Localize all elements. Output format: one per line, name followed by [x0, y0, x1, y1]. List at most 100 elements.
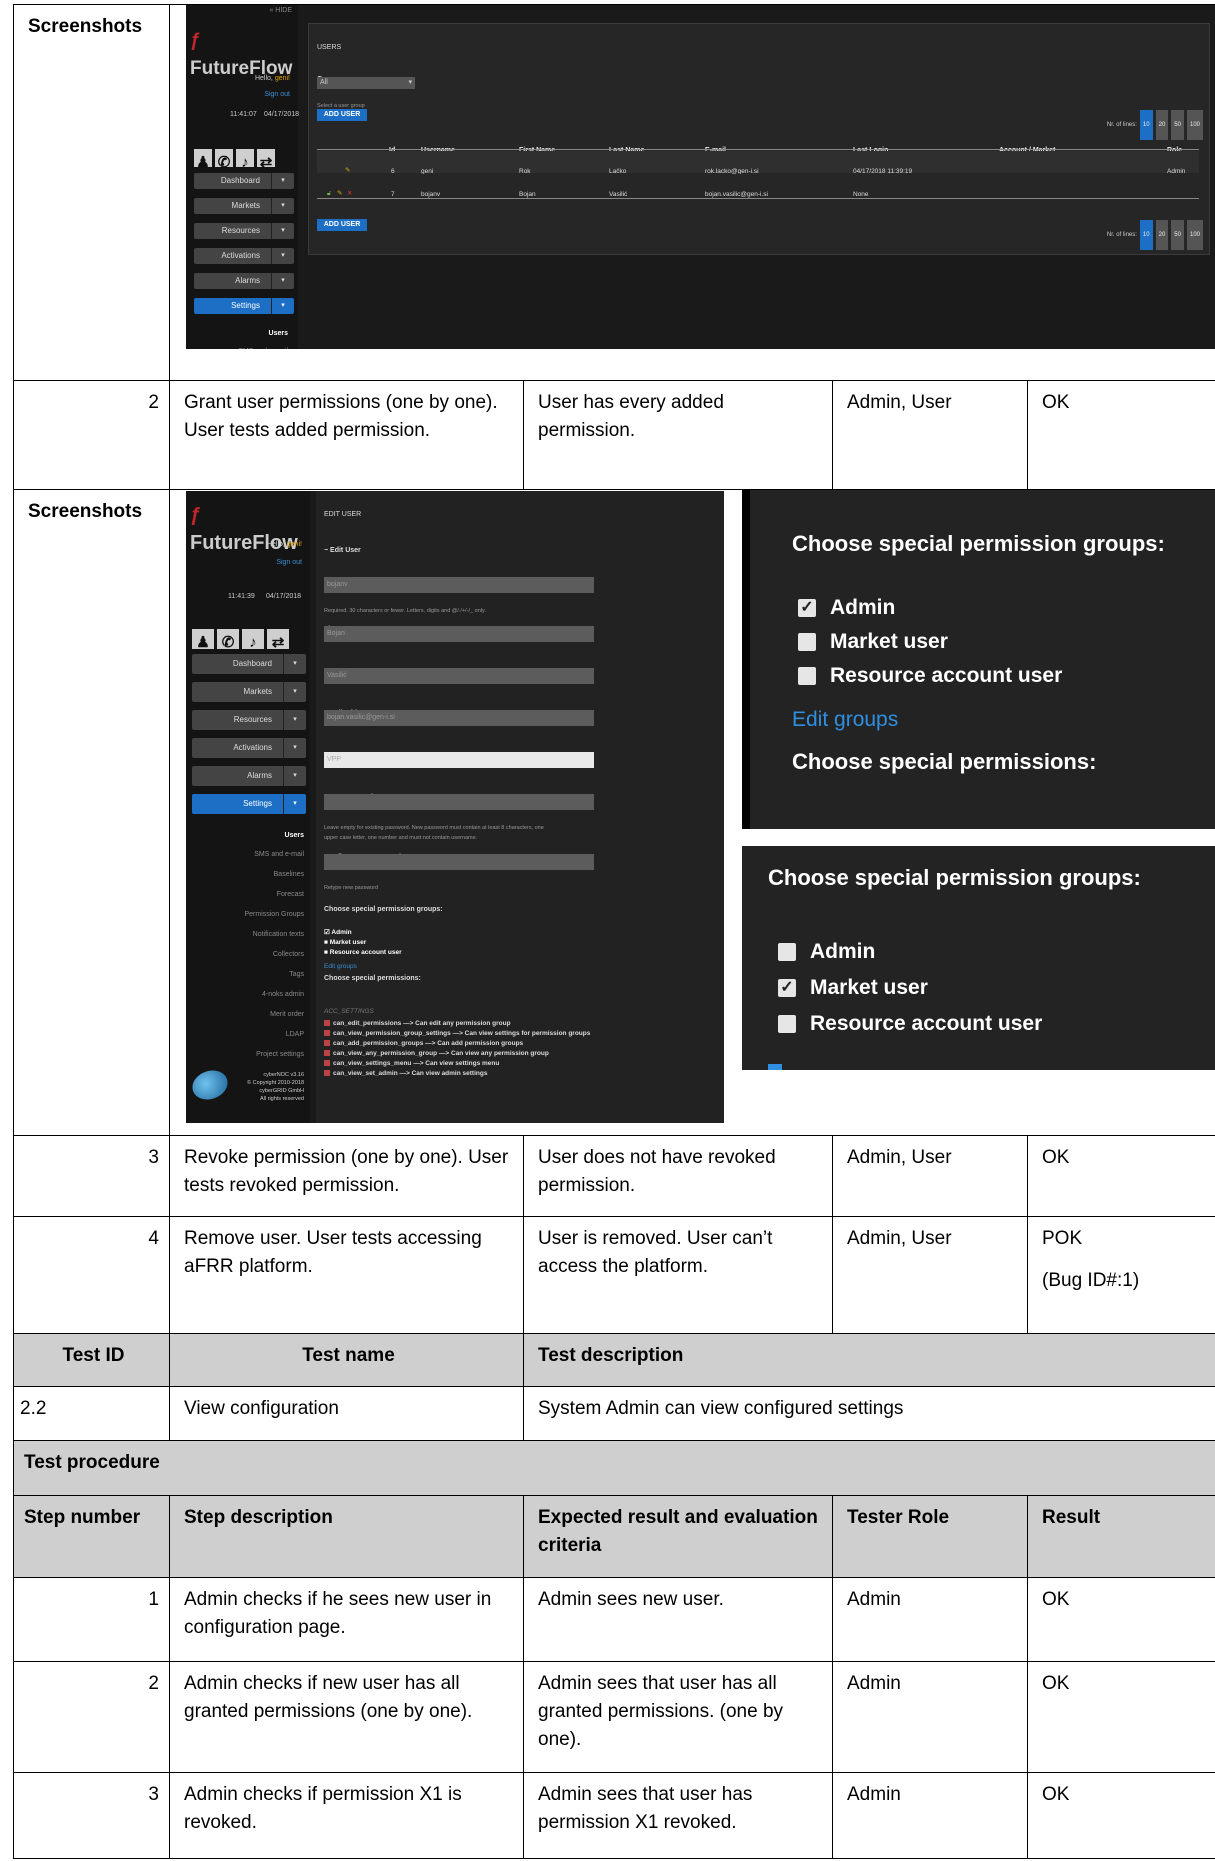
subnav-project-settings[interactable]: Project settings — [256, 1041, 304, 1069]
edit-user-section[interactable]: − Edit User — [324, 537, 361, 565]
chevron-down-icon[interactable]: ▾ — [283, 738, 306, 758]
step-description-header: Step description — [169, 1495, 524, 1578]
add-user-button-bottom[interactable]: ADD USER — [317, 219, 367, 231]
zoom2-group-label: Market user — [810, 976, 928, 999]
screenshots-label: Screenshots — [13, 489, 170, 1136]
checkbox-icon[interactable] — [778, 943, 796, 961]
last-name-input[interactable]: Vasilić — [324, 668, 594, 684]
delete-icon[interactable]: ✕ — [347, 180, 352, 208]
nav-settings[interactable]: Settings ▾ — [192, 794, 306, 814]
test-name: View configuration — [169, 1386, 524, 1441]
first-name-input[interactable]: Bojan — [324, 626, 594, 642]
chevron-down-icon[interactable]: ▾ — [271, 198, 294, 214]
checkbox-icon[interactable] — [778, 1015, 796, 1033]
sign-out-link[interactable]: Sign out — [276, 549, 302, 577]
lines-option[interactable]: 50 — [1171, 220, 1184, 250]
unlock-icon[interactable]: 🔓︎ — [327, 180, 331, 208]
app-sidebar: ƒ FutureFlow Hello, geni! Sign out 11:41… — [186, 491, 310, 1123]
subnav-sms[interactable]: SMS and e-mail — [238, 338, 288, 349]
edit-user-screenshot: ƒ FutureFlow Hello, geni! Sign out 11:41… — [186, 491, 724, 1123]
nav-dashboard[interactable]: Dashboard ▾ — [192, 654, 306, 674]
zoom2-group-admin[interactable]: Admin — [778, 938, 875, 966]
chevron-down-icon[interactable]: ▾ — [271, 173, 294, 189]
phone-icon[interactable]: ✆ — [215, 149, 233, 171]
lines-option[interactable]: 20 — [1155, 110, 1169, 140]
table-row[interactable]: ✎ 6 geni Rok Lačko rok.lacko@gen-i.si 04… — [317, 151, 1199, 175]
zoom2-group-market-user[interactable]: ✓ Market user — [778, 974, 928, 1002]
step-number: 3 — [13, 1772, 170, 1859]
users-screenshot: « HIDE ƒ FutureFlow Hello, geni! Sign ou… — [186, 5, 1215, 349]
result: OK — [1027, 1661, 1215, 1773]
checkbox-checked-icon[interactable] — [324, 1070, 330, 1076]
nav-activations[interactable]: Activations ▾ — [194, 248, 294, 264]
lines-option[interactable]: 10 — [1139, 110, 1153, 140]
lines-selector-bottom: Nr. of lines: 10 20 50 100 — [1107, 220, 1203, 250]
owner-select[interactable]: VPP — [324, 752, 594, 768]
zoom-group-resource[interactable]: Resource account user — [798, 662, 1062, 690]
chevron-down-icon[interactable]: ▾ — [271, 273, 294, 289]
zoom-group-label: Market user — [830, 630, 948, 653]
confirm-password-input[interactable] — [324, 854, 594, 870]
lines-selector-top: Nr. of lines: 10 20 50 100 — [1107, 110, 1203, 140]
zoom-edit-groups-link[interactable]: Edit groups — [792, 706, 898, 734]
permission-item[interactable]: can_view_set_admin —> Can view admin set… — [324, 1060, 487, 1088]
user-icon[interactable]: ♟ — [194, 149, 212, 171]
expected-result: Admin sees that user has all granted per… — [523, 1661, 833, 1773]
nav-label: Markets — [243, 687, 272, 696]
nav-resources[interactable]: Resources ▾ — [192, 710, 306, 730]
checkbox-icon[interactable] — [798, 667, 816, 685]
chevron-down-icon[interactable]: ▾ — [271, 298, 294, 314]
nav-dashboard[interactable]: Dashboard ▾ — [194, 173, 294, 189]
nav-markets[interactable]: Markets ▾ — [194, 198, 294, 214]
expected-result: User does not have revoked permission. — [523, 1135, 833, 1217]
lines-option[interactable]: 100 — [1186, 110, 1203, 140]
chevron-down-icon[interactable]: ▾ — [283, 682, 306, 702]
chevron-down-icon[interactable]: ▾ — [283, 654, 306, 674]
chevron-down-icon[interactable]: ▾ — [271, 223, 294, 239]
lines-option[interactable]: 20 — [1155, 220, 1169, 250]
lines-option[interactable]: 50 — [1171, 110, 1184, 140]
expected-result-header: Expected result and evaluation criteria — [523, 1495, 833, 1578]
nav-alarms[interactable]: Alarms ▾ — [192, 766, 306, 786]
checkbox-checked-icon[interactable]: ✓ — [778, 979, 796, 997]
phone-icon[interactable]: ✆ — [217, 629, 239, 651]
group-select[interactable]: All ▾ — [317, 77, 415, 89]
username-input[interactable]: bojanv — [324, 577, 594, 593]
lines-option[interactable]: 100 — [1186, 220, 1203, 250]
checkbox-icon[interactable] — [798, 633, 816, 651]
footer-line: © Copyright 2010-2018 — [247, 1080, 304, 1086]
zoom-groups-title: Choose special permission groups: — [792, 531, 1165, 556]
bell-icon[interactable]: ♪ — [236, 149, 254, 171]
table-cell: bojanv — [421, 191, 441, 198]
checkbox-checked-icon[interactable]: ✓ — [798, 599, 816, 617]
zoom-group-label: Resource account user — [830, 664, 1063, 687]
refresh-icon[interactable]: ⇄ — [257, 149, 275, 171]
icon-row: ♟ ✆ ♪ ⇄ — [192, 629, 289, 651]
zoom-group-market-user[interactable]: Market user — [798, 628, 948, 656]
nav-settings[interactable]: Settings ▾ — [194, 298, 294, 314]
lines-option[interactable]: 10 — [1139, 220, 1153, 250]
add-user-button[interactable]: ADD USER — [317, 109, 367, 121]
new-password-input[interactable] — [324, 794, 594, 810]
chevron-down-icon[interactable]: ▾ — [283, 794, 306, 814]
zoom2-group-resource[interactable]: Resource account user — [778, 1010, 1042, 1038]
chevron-down-icon[interactable]: ▾ — [283, 710, 306, 730]
chevron-down-icon[interactable]: ▾ — [283, 766, 306, 786]
nav-alarms[interactable]: Alarms ▾ — [194, 273, 294, 289]
edit-icon[interactable]: ✎ — [337, 180, 342, 208]
nav-markets[interactable]: Markets ▾ — [192, 682, 306, 702]
app-sidebar: « HIDE ƒ FutureFlow Hello, geni! Sign ou… — [186, 5, 299, 349]
bell-icon[interactable]: ♪ — [242, 629, 264, 651]
email-input[interactable]: bojan.vasilic@gen-i.si — [324, 710, 594, 726]
panel-title: USERS — [317, 44, 342, 51]
nav-label: Alarms — [235, 276, 260, 285]
chevron-down-icon[interactable]: ▾ — [271, 248, 294, 264]
zoom-group-admin[interactable]: ✓ Admin — [798, 594, 895, 622]
refresh-icon[interactable]: ⇄ — [267, 629, 289, 651]
table-row[interactable]: 🔓︎ ✎ ✕ 7 bojanv Bojan Vasilić bojan.vasi… — [317, 174, 1199, 198]
clock-time: 11:41:07 — [230, 111, 257, 118]
hide-link[interactable]: « HIDE — [269, 6, 292, 16]
user-icon[interactable]: ♟ — [192, 629, 214, 651]
nav-resources[interactable]: Resources ▾ — [194, 223, 294, 239]
nav-activations[interactable]: Activations ▾ — [192, 738, 306, 758]
